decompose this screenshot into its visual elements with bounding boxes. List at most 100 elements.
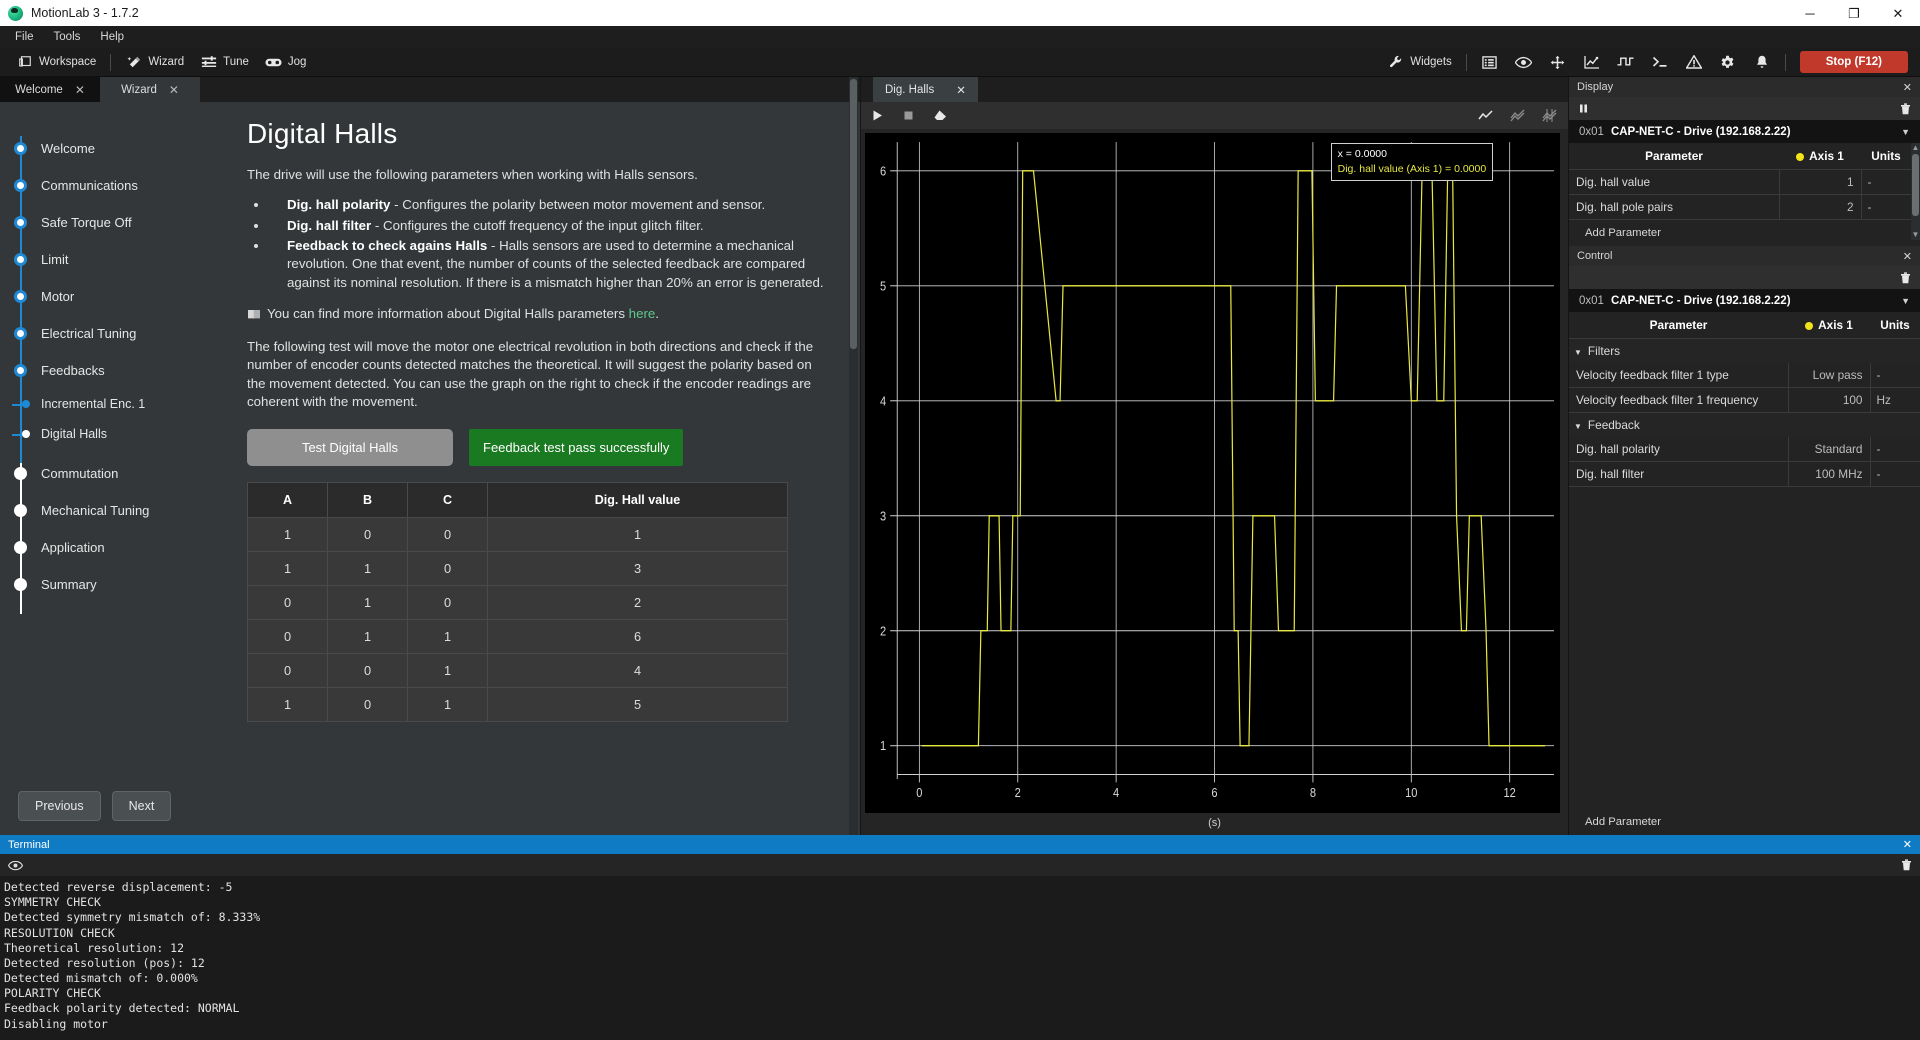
toolbar-settings-button[interactable] <box>1711 51 1745 73</box>
sidebar-item-commutation[interactable]: Commutation <box>0 455 201 492</box>
column-header-parameter: Parameter <box>1569 143 1779 170</box>
table-row[interactable]: Velocity feedback filter 1 frequency 100… <box>1569 388 1920 413</box>
note-suffix: . <box>655 306 659 321</box>
pause-icon[interactable] <box>1578 103 1589 114</box>
control-device-address: 0x01 <box>1579 295 1604 307</box>
toolbar-widgets-button[interactable]: Widgets <box>1379 51 1460 73</box>
sidebar-item-limit[interactable]: Limit <box>0 241 201 278</box>
toolbar-tune-button[interactable]: Tune <box>192 51 257 73</box>
sidebar-item-summary[interactable]: Summary <box>0 566 201 603</box>
cell-b: 1 <box>328 620 408 654</box>
param-value[interactable]: Low pass <box>1788 363 1870 388</box>
tab-welcome-close-icon[interactable]: ✕ <box>75 83 85 97</box>
tab-wizard-close-icon[interactable]: ✕ <box>169 83 179 97</box>
table-row: 0 1 0 2 <box>248 586 788 620</box>
sidebar-item-safe-torque-off[interactable]: Safe Torque Off <box>0 204 201 241</box>
menu-tools[interactable]: Tools <box>45 28 90 46</box>
scroll-up-icon[interactable]: ▲ <box>1911 143 1920 153</box>
sidebar-item-digital-halls[interactable]: Digital Halls <box>0 419 201 449</box>
tab-wizard[interactable]: Wizard ✕ <box>100 77 200 102</box>
close-icon[interactable]: ✕ <box>1876 0 1920 26</box>
control-add-parameter-button[interactable]: Add Parameter <box>1569 809 1920 835</box>
step-dot-icon <box>14 253 27 266</box>
sidebar-item-mechanical-tuning[interactable]: Mechanical Tuning <box>0 492 201 529</box>
display-add-parameter-button[interactable]: Add Parameter <box>1569 220 1911 246</box>
column-header-c: C <box>408 483 488 518</box>
sidebar-item-label: Motor <box>41 289 74 304</box>
sidebar-item-application[interactable]: Application <box>0 529 201 566</box>
chevron-down-icon[interactable]: ▼ <box>1901 296 1910 306</box>
sidebar-item-welcome[interactable]: Welcome <box>0 130 201 167</box>
table-row[interactable]: Dig. hall pole pairs 2 - <box>1569 195 1911 220</box>
display-device-selector[interactable]: 0x01 CAP-NET-C - Drive (192.168.2.22) ▼ <box>1569 120 1920 143</box>
table-row[interactable]: Velocity feedback filter 1 type Low pass… <box>1569 363 1920 388</box>
grid-chart-icon[interactable] <box>1542 109 1558 122</box>
sidebar-item-incremental-enc-1[interactable]: Incremental Enc. 1 <box>0 389 201 419</box>
sidebar-item-motor[interactable]: Motor <box>0 278 201 315</box>
column-header-b: B <box>328 483 408 518</box>
trash-icon[interactable] <box>1900 272 1911 284</box>
chevron-down-icon[interactable]: ▼ <box>1901 127 1910 137</box>
tab-dig-halls[interactable]: Dig. Halls ✕ <box>873 77 978 102</box>
book-icon <box>247 308 261 324</box>
toolbar-notifications-button[interactable] <box>1745 51 1779 73</box>
scroll-down-icon[interactable]: ▼ <box>1911 230 1920 240</box>
param-value[interactable]: Standard <box>1788 437 1870 462</box>
toolbar-eye-button[interactable] <box>1507 51 1541 73</box>
trash-icon[interactable] <box>1900 103 1911 115</box>
menu-help[interactable]: Help <box>91 28 133 46</box>
table-row: 0 1 1 6 <box>248 620 788 654</box>
toolbar-chart-button[interactable] <box>1575 51 1609 73</box>
scatter-chart-icon[interactable] <box>1510 109 1526 122</box>
content-scrollbar[interactable] <box>849 77 858 835</box>
chevron-down-icon[interactable]: ▼ <box>1574 422 1582 431</box>
documentation-link[interactable]: here <box>629 306 656 321</box>
display-panel-close-icon[interactable]: ✕ <box>1903 81 1912 94</box>
param-group-feedback[interactable]: ▼Feedback <box>1569 413 1920 438</box>
terminal-close-icon[interactable]: ✕ <box>1903 838 1912 851</box>
tab-welcome[interactable]: Welcome ✕ <box>0 77 100 102</box>
toolbar-list-button[interactable] <box>1473 51 1507 73</box>
table-row[interactable]: Dig. hall polarity Standard - <box>1569 437 1920 462</box>
list-item: Feedback to check agains Halls - Halls s… <box>269 237 830 292</box>
previous-button[interactable]: Previous <box>18 791 101 821</box>
param-value[interactable]: 100 <box>1788 388 1870 413</box>
svg-text:6: 6 <box>1211 787 1218 801</box>
control-panel-close-icon[interactable]: ✕ <box>1903 250 1912 263</box>
sidebar-item-electrical-tuning[interactable]: Electrical Tuning <box>0 315 201 352</box>
menu-file[interactable]: File <box>6 28 43 46</box>
chevron-down-icon[interactable]: ▼ <box>1574 348 1582 357</box>
chart-plot-area[interactable]: 123456024681012 x = 0.0000 Dig. hall val… <box>865 133 1560 813</box>
table-row[interactable]: Dig. hall value 1 - <box>1569 170 1911 195</box>
play-icon[interactable] <box>871 109 884 122</box>
toolbar-warning-button[interactable] <box>1677 51 1711 73</box>
eye-icon[interactable] <box>8 860 23 871</box>
param-value[interactable]: 100 MHz <box>1788 462 1870 487</box>
tab-dig-halls-close-icon[interactable]: ✕ <box>956 83 966 97</box>
trash-icon[interactable] <box>1901 859 1912 871</box>
scrollbar-thumb[interactable] <box>1912 154 1919 216</box>
stop-icon[interactable] <box>902 109 915 122</box>
toolbar-jog-button[interactable]: Jog <box>257 51 315 73</box>
sidebar-item-communications[interactable]: Communications <box>0 167 201 204</box>
toolbar-square-wave-button[interactable] <box>1609 51 1643 73</box>
cell-value: 5 <box>488 688 788 722</box>
test-digital-halls-button[interactable]: Test Digital Halls <box>247 429 453 466</box>
line-chart-icon[interactable] <box>1478 109 1494 122</box>
next-button[interactable]: Next <box>112 791 172 821</box>
eraser-icon[interactable] <box>933 109 948 122</box>
toolbar-move-button[interactable] <box>1541 51 1575 73</box>
maximize-icon[interactable]: ❐ <box>1832 0 1876 26</box>
scrollbar-thumb[interactable] <box>850 79 857 349</box>
stop-button[interactable]: Stop (F12) <box>1800 51 1908 73</box>
display-scrollbar[interactable]: ▲ ▼ <box>1911 143 1920 240</box>
toolbar-workspace-button[interactable]: Workspace <box>8 51 104 73</box>
toolbar-wizard-button[interactable]: Wizard <box>117 51 192 73</box>
sidebar-item-feedbacks[interactable]: Feedbacks <box>0 352 201 389</box>
minimize-icon[interactable]: ─ <box>1788 0 1832 26</box>
table-row[interactable]: Dig. hall filter 100 MHz - <box>1569 462 1920 487</box>
control-device-selector[interactable]: 0x01 CAP-NET-C - Drive (192.168.2.22) ▼ <box>1569 289 1920 312</box>
toolbar-console-button[interactable] <box>1643 51 1677 73</box>
param-group-filters[interactable]: ▼Filters <box>1569 339 1920 364</box>
display-panel-toolbar <box>1569 97 1920 120</box>
